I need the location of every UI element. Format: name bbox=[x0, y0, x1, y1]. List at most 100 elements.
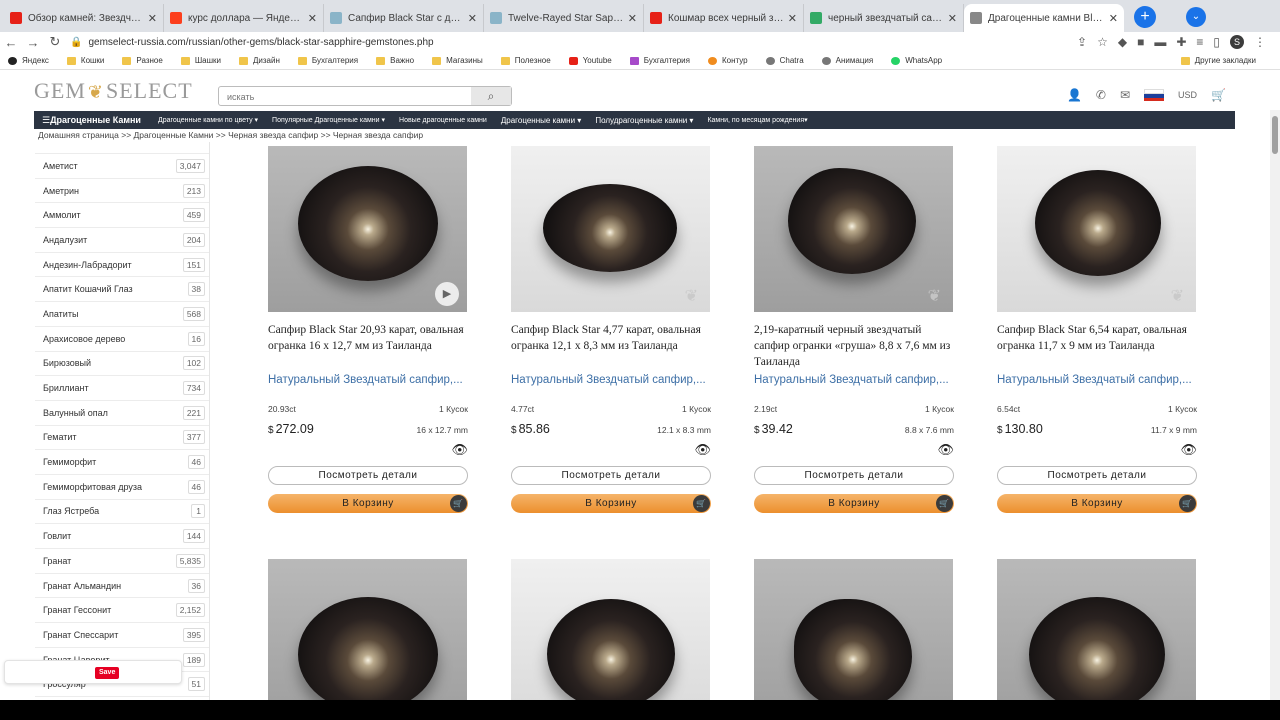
tab-close-icon[interactable]: ✕ bbox=[1109, 12, 1118, 25]
product-card[interactable] bbox=[754, 559, 954, 700]
russia-flag-icon[interactable] bbox=[1144, 89, 1165, 101]
category-item[interactable]: Андезин-Лабрадорит 151 bbox=[35, 253, 209, 278]
category-item[interactable]: Бриллиант 734 bbox=[35, 376, 209, 401]
bookmark-folder[interactable]: Магазины bbox=[432, 56, 483, 65]
tab-search-button[interactable]: ⌄ bbox=[1186, 7, 1206, 27]
browser-tab[interactable]: курс доллара — Яндекс: нашел ✕ bbox=[164, 4, 324, 32]
view-details-button[interactable]: Посмотреть детали bbox=[511, 466, 711, 485]
category-item[interactable]: Говлит 144 bbox=[35, 524, 209, 549]
product-title[interactable]: 2,19-каратный черный звездчатый сапфир о… bbox=[754, 322, 954, 370]
phone-icon[interactable]: ✆ bbox=[1096, 88, 1106, 102]
extension-icon[interactable]: ■ bbox=[1137, 35, 1144, 49]
quick-view-eye-icon[interactable]: 👁 bbox=[997, 442, 1197, 458]
url-field[interactable]: 🔒 gemselect-russia.com/russian/other-gems… bbox=[70, 37, 1077, 48]
category-item[interactable]: Аметрин 213 bbox=[35, 179, 209, 204]
view-details-button[interactable]: Посмотреть детали bbox=[268, 466, 468, 485]
tab-close-icon[interactable]: ✕ bbox=[468, 12, 477, 25]
bookmark-item[interactable]: Youtube bbox=[568, 56, 612, 65]
pinterest-save-button[interactable]: Save bbox=[95, 667, 120, 679]
product-photo[interactable] bbox=[511, 559, 710, 700]
quick-view-eye-icon[interactable]: 👁 bbox=[511, 442, 711, 458]
share-icon[interactable]: ⇪ bbox=[1077, 35, 1087, 49]
back-icon[interactable]: ← bbox=[0, 35, 22, 50]
tab-close-icon[interactable]: ✕ bbox=[308, 12, 317, 25]
product-subtitle-link[interactable]: Натуральный Звездчатый сапфир,... bbox=[268, 374, 468, 386]
search-input[interactable] bbox=[219, 88, 469, 106]
puzzle-icon[interactable]: ✚ bbox=[1176, 35, 1186, 49]
bookmark-folder[interactable]: Шашки bbox=[180, 56, 221, 65]
product-title[interactable]: Сапфир Black Star 6,54 карат, овальная о… bbox=[997, 322, 1197, 370]
media-icon[interactable]: ≡ bbox=[1196, 35, 1203, 49]
category-item[interactable]: Гематит 377 bbox=[35, 426, 209, 451]
add-to-cart-button[interactable]: В Корзину 🛒 bbox=[754, 494, 954, 513]
quick-view-eye-icon[interactable]: 👁 bbox=[268, 442, 468, 458]
product-photo[interactable]: ❦ bbox=[511, 146, 710, 312]
category-item[interactable]: Аммолит 459 bbox=[35, 203, 209, 229]
product-subtitle-link[interactable]: Натуральный Звездчатый сапфир,... bbox=[997, 374, 1197, 386]
category-item[interactable]: Арахисовое дерево 16 bbox=[35, 327, 209, 352]
category-item[interactable]: Гранат Альмандин 36 bbox=[35, 574, 209, 599]
product-photo[interactable]: ▶ bbox=[268, 146, 467, 312]
product-card[interactable] bbox=[268, 559, 468, 700]
other-bookmarks[interactable]: Другие закладки bbox=[1180, 56, 1256, 65]
scrollbar-thumb[interactable] bbox=[1272, 116, 1278, 154]
bookmark-folder[interactable]: Бухгалтерия bbox=[297, 56, 358, 65]
cart-icon[interactable]: 🛒 bbox=[1211, 88, 1226, 102]
browser-tab-active[interactable]: Драгоценные камни Black Star ✕ bbox=[964, 4, 1124, 32]
bookmark-item[interactable]: Яндекс bbox=[8, 56, 49, 65]
bookmark-folder[interactable]: Важно bbox=[376, 56, 414, 65]
category-item[interactable]: Гранат Спессарит 395 bbox=[35, 623, 209, 648]
bookmark-item[interactable]: Анимация bbox=[821, 56, 873, 65]
browser-tab[interactable]: Кошмар всех черный звездчати ✕ bbox=[644, 4, 804, 32]
category-item[interactable]: Апатит Кошачий Глаз 38 bbox=[35, 277, 209, 303]
new-tab-button[interactable]: + bbox=[1134, 6, 1156, 28]
user-icon[interactable]: 👤 bbox=[1067, 88, 1082, 102]
tab-close-icon[interactable]: ✕ bbox=[628, 12, 637, 25]
nav-gemstones-menu[interactable]: ☰Драгоценные Камни bbox=[34, 115, 151, 126]
browser-tab[interactable]: черный звездчатый сапфир - A ✕ bbox=[804, 4, 964, 32]
category-item[interactable]: Апатиты 568 bbox=[35, 302, 209, 327]
view-details-button[interactable]: Посмотреть детали bbox=[754, 466, 954, 485]
category-item[interactable]: Гранат Гессонит 2,152 bbox=[35, 598, 209, 624]
category-item[interactable]: Аметист 3,047 bbox=[35, 154, 209, 179]
bookmark-item[interactable]: Chatra bbox=[765, 56, 804, 65]
category-item[interactable]: Гемиморфитовая друза 46 bbox=[35, 475, 209, 500]
category-item[interactable]: Глаз Ястреба 1 bbox=[35, 500, 209, 525]
forward-icon[interactable]: → bbox=[22, 35, 44, 50]
search-icon[interactable]: ⌕ bbox=[471, 87, 511, 105]
category-item[interactable]: Гемиморфит 46 bbox=[35, 450, 209, 475]
bookmark-star-icon[interactable]: ☆ bbox=[1097, 35, 1108, 49]
product-photo[interactable]: ❦ bbox=[754, 146, 953, 312]
bookmark-item[interactable]: Бухгалтерия bbox=[629, 56, 690, 65]
quick-view-eye-icon[interactable]: 👁 bbox=[754, 442, 954, 458]
bookmark-folder[interactable]: Полезное bbox=[500, 56, 551, 65]
currency-selector[interactable]: USD bbox=[1178, 90, 1197, 100]
product-subtitle-link[interactable]: Натуральный Звездчатый сапфир,... bbox=[511, 374, 711, 386]
menu-icon[interactable]: ⋮ bbox=[1254, 35, 1266, 49]
profile-avatar[interactable]: S bbox=[1230, 35, 1244, 49]
nav-item[interactable]: Новые драгоценные камни bbox=[392, 117, 494, 124]
mail-icon[interactable]: ✉ bbox=[1120, 88, 1130, 102]
product-photo[interactable] bbox=[754, 559, 953, 700]
view-details-button[interactable]: Посмотреть детали bbox=[997, 466, 1197, 485]
page-scrollbar[interactable] bbox=[1270, 110, 1280, 700]
browser-tab[interactable]: Сапфир Black Star с двойной от ✕ bbox=[324, 4, 484, 32]
breadcrumb[interactable]: Домашняя страница >> Драгоценные Камни >… bbox=[38, 130, 423, 140]
product-title[interactable]: Сапфир Black Star 20,93 карат, овальная … bbox=[268, 322, 468, 370]
browser-tab[interactable]: Twelve-Rayed Star Sapphire from ✕ bbox=[484, 4, 644, 32]
category-item[interactable]: Бирюзовый 102 bbox=[35, 352, 209, 377]
add-to-cart-button[interactable]: В Корзину 🛒 bbox=[511, 494, 711, 513]
category-item[interactable]: Валунный опал 221 bbox=[35, 401, 209, 426]
bookmark-item[interactable]: WhatsApp bbox=[891, 56, 942, 65]
sidebar-icon[interactable]: ▯ bbox=[1213, 35, 1220, 49]
category-item[interactable]: Андалузит 204 bbox=[35, 228, 209, 253]
reload-icon[interactable]: ↻ bbox=[44, 34, 66, 50]
product-title[interactable]: Сапфир Black Star 4,77 карат, овальная о… bbox=[511, 322, 711, 370]
extension-icon[interactable]: ◆ bbox=[1118, 35, 1127, 49]
play-video-icon[interactable]: ▶ bbox=[435, 282, 459, 306]
browser-tab[interactable]: Обзор камней: Звездчатые сап ✕ bbox=[4, 4, 164, 32]
product-card[interactable] bbox=[997, 559, 1197, 700]
product-photo[interactable]: ❦ bbox=[997, 146, 1196, 312]
nav-item[interactable]: Драгоценные камни по цвету ▾ bbox=[151, 116, 265, 124]
category-item[interactable]: Гранат 5,835 bbox=[35, 549, 209, 574]
